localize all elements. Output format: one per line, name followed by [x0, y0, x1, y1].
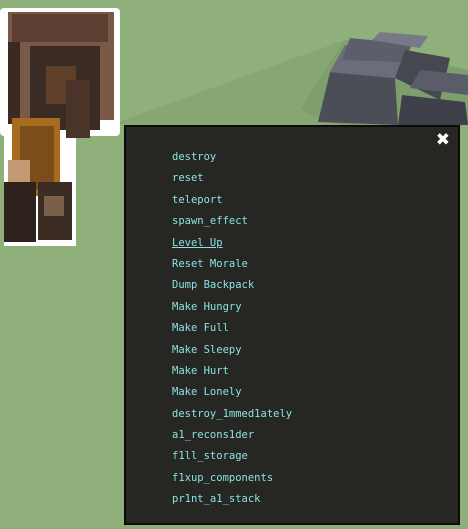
- command-item[interactable]: f1ll_storage: [172, 446, 292, 467]
- command-item[interactable]: Make Lonely: [172, 382, 292, 403]
- command-list: destroy reset teleport spawn_effect Level Up…: [172, 147, 292, 511]
- command-item[interactable]: destroy_1mmed1ately: [172, 404, 292, 425]
- command-item[interactable]: reset: [172, 168, 292, 189]
- command-item[interactable]: spawn_effect: [172, 211, 292, 232]
- debug-command-panel: ✖ destroy reset teleport spawn_effect Level …: [124, 125, 460, 525]
- command-item[interactable]: Reset Morale: [172, 254, 292, 275]
- command-item[interactable]: Level Up: [172, 233, 292, 254]
- command-item[interactable]: Make Hungry: [172, 297, 292, 318]
- command-item[interactable]: Make Hurt: [172, 361, 292, 382]
- command-item[interactable]: teleport: [172, 190, 292, 211]
- command-item[interactable]: pr1nt_a1_stack: [172, 489, 292, 510]
- close-icon[interactable]: ✖: [436, 132, 450, 149]
- command-item[interactable]: Make Sleepy: [172, 340, 292, 361]
- command-item[interactable]: destroy: [172, 147, 292, 168]
- command-item[interactable]: f1xup_components: [172, 468, 292, 489]
- command-item[interactable]: Make Full: [172, 318, 292, 339]
- command-item[interactable]: Dump Backpack: [172, 275, 292, 296]
- command-item[interactable]: a1_recons1der: [172, 425, 292, 446]
